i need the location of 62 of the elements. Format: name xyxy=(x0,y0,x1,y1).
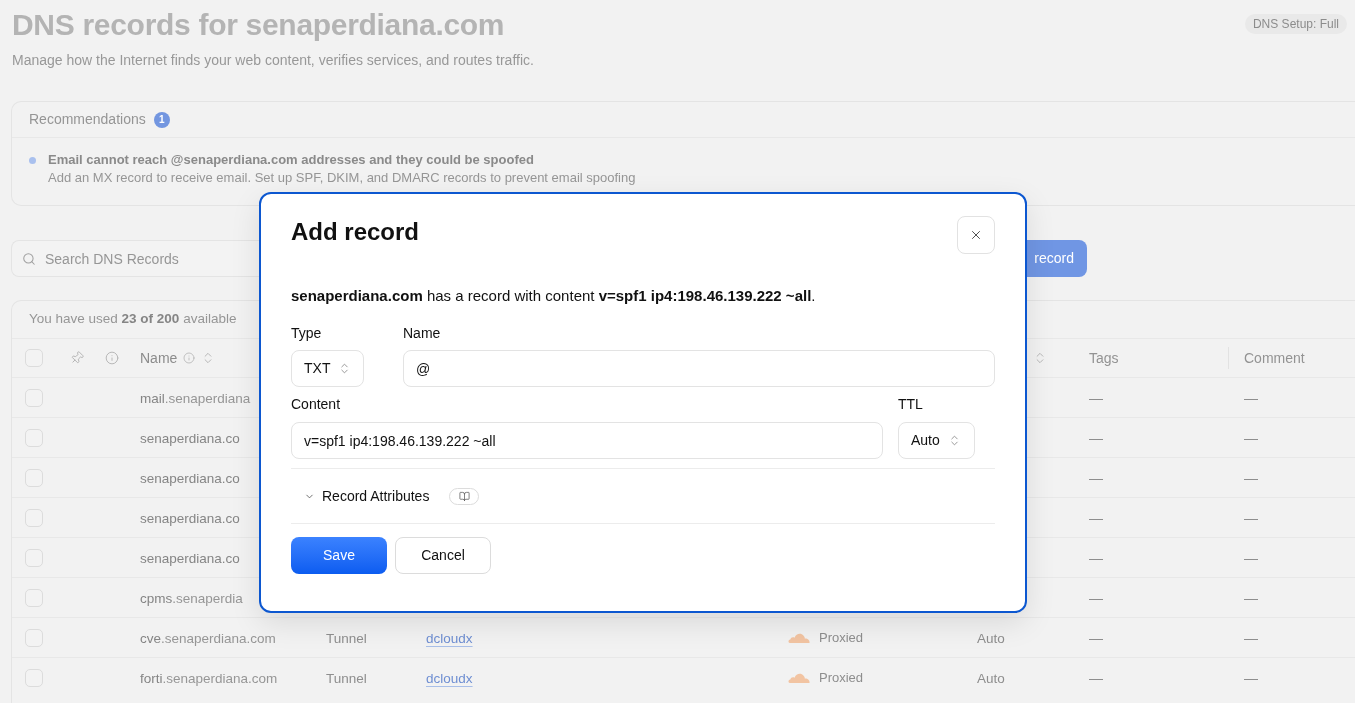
info-icon xyxy=(183,352,196,364)
page-subtitle: Manage how the Internet finds your web content, verifies services, and routes traffic. xyxy=(11,51,535,70)
record-name: cpms.senaperdia xyxy=(140,590,243,606)
tags-value: — xyxy=(1089,589,1103,606)
proxy-status: Proxied xyxy=(819,668,864,687)
record-name: senaperdiana.co xyxy=(140,470,240,486)
record-name: cve.senaperdiana.com xyxy=(140,630,276,646)
tags-value: — xyxy=(1089,509,1103,526)
save-button[interactable]: Save xyxy=(291,537,387,574)
content-input[interactable]: v=spf1 ip4:198.46.139.222 ~all xyxy=(291,422,883,459)
column-header: Comment xyxy=(1244,350,1305,366)
cloud-icon xyxy=(788,672,810,683)
attributes-toggle[interactable]: Record Attributes xyxy=(304,485,430,507)
dialog-title: Add record xyxy=(291,217,419,247)
info-icon xyxy=(105,351,119,365)
tags-value: — xyxy=(1089,629,1103,646)
cloud-icon xyxy=(788,632,810,643)
close-button[interactable] xyxy=(957,216,995,254)
page-title: DNS records for senaperdiana.com xyxy=(11,7,505,43)
type-select[interactable]: TXT xyxy=(291,350,364,387)
comment-value: — xyxy=(1244,429,1258,446)
comment-value: — xyxy=(1244,629,1258,646)
cancel-button[interactable]: Cancel xyxy=(395,537,491,574)
tags-value: — xyxy=(1089,549,1103,566)
close-icon xyxy=(969,228,983,242)
comment-value: — xyxy=(1244,469,1258,486)
column-header: Tags xyxy=(1089,348,1119,368)
record-type: Tunnel xyxy=(326,630,367,646)
record-name: senaperdiana.co xyxy=(140,510,240,526)
ttl-select[interactable]: Auto xyxy=(898,422,975,459)
recommendation-description: Add an MX record to receive email. Set up SPF, DKIM, and DMARC records to prevent email spoofing xyxy=(48,169,636,187)
book-pill-button[interactable] xyxy=(449,487,480,505)
record-name: mail.senaperdiana xyxy=(140,390,251,406)
tags-value: — xyxy=(1089,389,1103,406)
comment-value: — xyxy=(1244,509,1258,526)
field-label: Name xyxy=(403,324,442,343)
proxy-status: Proxied xyxy=(819,628,864,647)
comment-value: — xyxy=(1244,549,1258,566)
name-input[interactable]: @ xyxy=(403,350,995,387)
field-label: TTL xyxy=(898,395,924,414)
record-name: forti.senaperdiana.com xyxy=(140,670,278,686)
comment-value: — xyxy=(1244,589,1258,606)
comment-value: — xyxy=(1244,389,1258,406)
record-summary: senaperdiana.com has a record with content v=spf1 ip4:198.46.139.222 ~all. xyxy=(291,286,817,306)
record-type: Tunnel xyxy=(326,670,367,686)
usage-text: You have used 23 of 200 available xyxy=(29,310,237,329)
tags-value: — xyxy=(1089,669,1103,686)
search-field[interactable]: Search DNS Records xyxy=(11,240,261,277)
tags-value: — xyxy=(1089,429,1103,446)
ttl-value: Auto xyxy=(977,670,1005,686)
tags-value: — xyxy=(1089,469,1103,486)
setup-badge: DNS Setup: Full xyxy=(1244,14,1347,34)
record-name: senaperdiana.co xyxy=(140,430,240,446)
comment-value: — xyxy=(1244,669,1258,686)
field-label: Type xyxy=(291,324,323,343)
count-badge: 1 xyxy=(153,111,170,128)
ttl-value: Auto xyxy=(977,630,1005,646)
book-icon xyxy=(458,490,470,502)
recommendation-title: Email cannot reach @senaperdiana.com addresses and they could be spoofed xyxy=(48,151,535,169)
field-label: Content xyxy=(291,395,342,414)
recommendations-title: Recommendations xyxy=(29,110,146,129)
record-name: senaperdiana.co xyxy=(140,550,240,566)
